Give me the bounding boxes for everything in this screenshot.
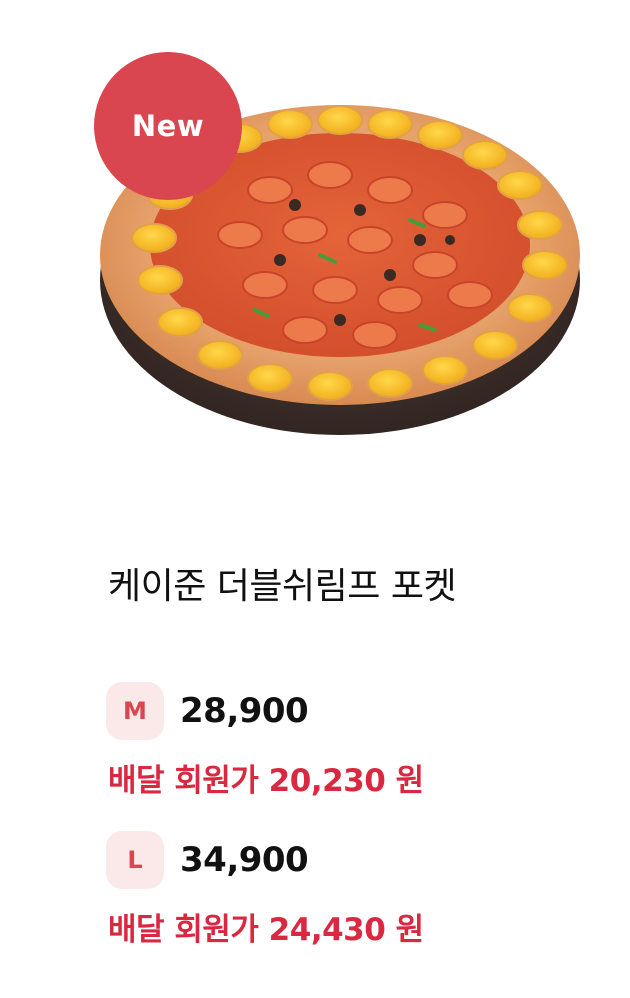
product-title: 케이준 더블쉬림프 포켓 (108, 566, 457, 607)
member-price-medium: 배달 회원가 20,230 원 (108, 763, 424, 799)
size-badge-medium: M (106, 682, 164, 740)
price-medium: 28,900 (180, 691, 309, 731)
member-price-large: 배달 회원가 24,430 원 (108, 912, 424, 948)
price-large: 34,900 (180, 840, 309, 880)
price-row-medium: M 28,900 (106, 682, 309, 740)
price-row-large: L 34,900 (106, 831, 309, 889)
new-badge-label: New (131, 109, 205, 143)
new-badge: New (94, 52, 242, 200)
size-badge-large: L (106, 831, 164, 889)
